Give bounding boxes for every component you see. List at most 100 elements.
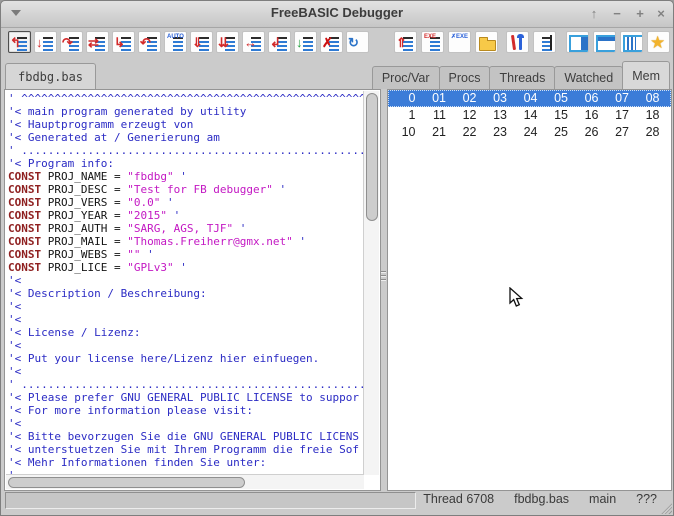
- code-line: CONST PROJ_DESC = "Test for FB debugger"…: [8, 183, 287, 196]
- code-line: '< For more information please visit:: [8, 404, 254, 417]
- memory-cell: 14: [523, 108, 538, 122]
- shade-button[interactable]: ↑: [585, 5, 603, 23]
- memory-cell: 0: [408, 91, 416, 105]
- vertical-scrollbar[interactable]: [363, 91, 379, 475]
- tab-mem[interactable]: Mem: [622, 61, 670, 89]
- step-into-button[interactable]: ↓: [34, 31, 57, 53]
- memory-cell: 27: [615, 125, 629, 139]
- code-line: '< Bitte bevorzugen Sie die GNU GENERAL …: [8, 430, 359, 443]
- code-line: '< Mehr Informationen finden Sie unter:: [8, 456, 267, 469]
- step-multi-button[interactable]: ⇄: [86, 31, 109, 53]
- memory-cell: 07: [615, 91, 629, 105]
- minimize-button[interactable]: −: [608, 5, 626, 23]
- memory-cell: 26: [584, 125, 599, 139]
- status-field-1: fbdbg.bas: [514, 492, 570, 506]
- run-to-cursor-button[interactable]: ⇊: [216, 31, 239, 53]
- code-editor[interactable]: ' ^^^^^^^^^^^^^^^^^^^^^^^^^^^^^^^^^^^^^^…: [8, 92, 363, 474]
- toolbar: ↰ ↓ ↷ ⇄ ↳ ↶ AUTO ⇓ ⇊ ↔ ↲ ↓ ✗ ↻ ⇑ EXE ✗EXE ★: [1, 28, 673, 59]
- memory-cell: 21: [432, 125, 446, 139]
- memory-cell: 1: [408, 108, 416, 122]
- run-until-return-button[interactable]: ↔: [242, 31, 265, 53]
- window-layout-icon: [596, 35, 615, 52]
- code-line: '< Hauptprogramm erzeugt von: [8, 118, 194, 131]
- open-folder-icon: [479, 37, 496, 51]
- list-bars-icon: [43, 37, 53, 52]
- step-multi-icon: ⇄: [88, 35, 99, 50]
- tab-watched[interactable]: Watched: [554, 66, 624, 89]
- tab-procs[interactable]: Procs: [438, 66, 491, 89]
- layout-right-pane-button[interactable]: [566, 31, 589, 53]
- step-out-icon: ↲: [270, 35, 281, 50]
- step-return-button[interactable]: ↶: [138, 31, 161, 53]
- star-icon: ★: [650, 33, 666, 52]
- horizontal-scrollbar[interactable]: [6, 474, 364, 489]
- open-file-button[interactable]: [475, 31, 498, 53]
- run-to-cursor-icon: ⇊: [218, 35, 229, 50]
- auto-step-button[interactable]: AUTO: [164, 31, 187, 53]
- run-exe-button[interactable]: EXE: [421, 31, 444, 53]
- title-bar[interactable]: FreeBASIC Debugger ↑ − + ×: [1, 1, 673, 28]
- step-return-icon: ↶: [140, 35, 151, 50]
- code-line: '< Program info:: [8, 157, 114, 170]
- code-line: '< Please prefer GNU GENERAL PUBLIC LICE…: [8, 391, 359, 404]
- memory-row[interactable]: 10 21 22 23 24 25 26 27 28: [388, 124, 671, 141]
- status-bar: Thread 6708 fbdbg.bas main???: [1, 489, 673, 515]
- horizontal-scrollbar-thumb[interactable]: [8, 477, 245, 488]
- code-line: CONST PROJ_WEBS = "" ': [8, 248, 154, 261]
- kill-exe-button[interactable]: ✗EXE: [448, 31, 471, 53]
- favorites-button[interactable]: ★: [647, 31, 670, 53]
- memory-cell: 10: [401, 125, 416, 139]
- memory-cell: 13: [493, 108, 507, 122]
- layout-top-pane-button[interactable]: [593, 31, 616, 53]
- memory-row-selected[interactable]: 0 01 02 03 04 05 06 07 08: [388, 90, 671, 107]
- current-statement-icon: ↰: [10, 35, 21, 50]
- maximize-button[interactable]: +: [631, 5, 649, 23]
- code-line: '<: [8, 313, 22, 326]
- splitter-grip-icon: [381, 271, 386, 283]
- auto-step-icon: AUTO: [167, 34, 184, 40]
- close-button[interactable]: ×: [652, 5, 670, 23]
- settings-tools-button[interactable]: [506, 31, 529, 53]
- tab-threads[interactable]: Threads: [489, 66, 556, 89]
- step-into-icon: ↓: [36, 35, 43, 50]
- continue-run-icon: ↓: [296, 35, 303, 50]
- window-layout-icon: [569, 35, 588, 52]
- window-title: FreeBASIC Debugger: [270, 5, 404, 20]
- memory-cell: 05: [554, 91, 568, 105]
- code-line: '<: [8, 300, 22, 313]
- kill-exe-icon: ✗EXE: [451, 34, 469, 40]
- step-to-line-button[interactable]: ↳: [112, 31, 135, 53]
- restart-button[interactable]: ↻: [346, 31, 369, 53]
- memory-cell: 06: [584, 91, 599, 105]
- memory-cell: 03: [493, 91, 507, 105]
- current-statement-button[interactable]: ↰: [8, 31, 31, 53]
- memory-row[interactable]: 1 11 12 13 14 15 16 17 18: [388, 107, 671, 124]
- code-line: CONST PROJ_YEAR = "2015" ': [8, 209, 181, 222]
- vertical-scrollbar-thumb[interactable]: [366, 93, 378, 221]
- attach-process-icon: ⇑: [396, 35, 407, 50]
- code-line: '< Put your license here/Lizenz hier ein…: [8, 352, 320, 365]
- step-over-button[interactable]: ↷: [60, 31, 83, 53]
- code-line: '< main program generated by utility: [8, 105, 247, 118]
- list-bars-icon: [303, 37, 313, 52]
- code-line: CONST PROJ_MAIL = "Thomas.Freiherr@gmx.n…: [8, 235, 307, 248]
- step-out-button[interactable]: ↲: [268, 31, 291, 53]
- attach-process-button[interactable]: ⇑: [394, 31, 417, 53]
- status-field-3: ???: [636, 492, 657, 506]
- tab-proc-var[interactable]: Proc/Var: [371, 66, 440, 89]
- code-line: CONST PROJ_AUTH = "SARG, AGS, TJF" ': [8, 222, 247, 235]
- tab-source-file[interactable]: fbdbg.bas: [5, 63, 97, 89]
- layout-columns-button[interactable]: [620, 31, 643, 53]
- run-until-return-icon: ↔: [244, 35, 257, 50]
- mouse-cursor-icon: [509, 287, 524, 307]
- code-line: '< Generated at / Generierung am: [8, 131, 220, 144]
- tab-row: fbdbg.bas Proc/Var Procs Threads Watched Mem: [1, 59, 673, 89]
- stop-debugging-button[interactable]: ✗: [320, 31, 343, 53]
- pane-splitter[interactable]: [380, 89, 387, 491]
- log-options-button[interactable]: [533, 31, 556, 53]
- status-fields: Thread 6708 fbdbg.bas main???: [423, 492, 657, 506]
- run-button[interactable]: ⇓: [190, 31, 213, 53]
- continue-run-button[interactable]: ↓: [294, 31, 317, 53]
- resize-grip-icon[interactable]: [660, 502, 672, 514]
- memory-cell: 18: [645, 108, 660, 122]
